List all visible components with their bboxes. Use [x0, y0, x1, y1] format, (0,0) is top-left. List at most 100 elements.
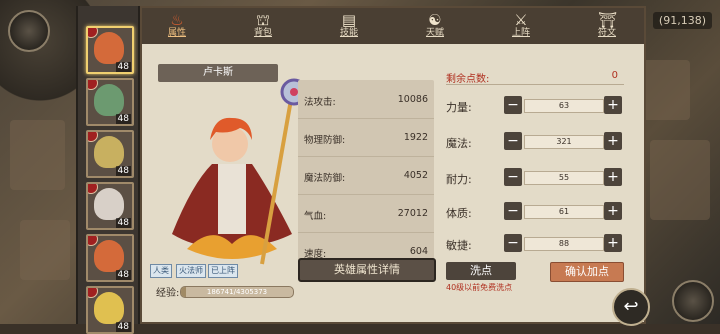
gem-badge-icon: [88, 184, 98, 194]
confirm-points-button[interactable]: 确认加点: [550, 262, 624, 282]
hero-level: 48: [115, 270, 131, 280]
tab-label: 属性: [167, 28, 186, 38]
hero-portrait: [94, 188, 124, 220]
race-tag: 人类: [150, 264, 172, 278]
hero-card[interactable]: 48: [86, 234, 134, 282]
skill-book-icon: ▤: [341, 11, 357, 29]
gem-badge-icon: [88, 80, 98, 90]
plus-button[interactable]: +: [604, 202, 622, 220]
tab-label: 背包: [253, 28, 272, 38]
hero-level: 48: [115, 114, 131, 124]
tab-attributes[interactable]: ♨ 属性: [142, 8, 212, 44]
tab-skills[interactable]: ▤ 技能: [314, 8, 384, 44]
tab-bar: ♨ 属性 ⛫ 背包 ▤ 技能 ☯ 天赋 ⚔ 上阵 ⛩ 符文: [142, 8, 644, 44]
hero-portrait: [94, 84, 124, 116]
hero-info-panel: ♨ 属性 ⛫ 背包 ▤ 技能 ☯ 天赋 ⚔ 上阵 ⛩ 符文 卢卡斯 人类 火法师…: [140, 6, 646, 324]
alloc-row-strength: 力量: − 63 +: [446, 96, 624, 116]
remaining-points-label: 剩余点数:: [446, 74, 490, 85]
alloc-value: 88: [524, 237, 604, 251]
tab-talent[interactable]: ☯ 天赋: [400, 8, 470, 44]
backpack-icon: ⛫: [256, 11, 270, 29]
alloc-value: 61: [524, 205, 604, 219]
minus-button[interactable]: −: [504, 96, 522, 114]
alloc-label: 耐力:: [446, 173, 472, 186]
exp-label: 经验:: [156, 288, 180, 299]
hero-roster[interactable]: 48 48 48 48 48 48: [76, 6, 140, 334]
plus-button[interactable]: +: [604, 234, 622, 252]
tab-label: 天赋: [425, 28, 444, 38]
stat-label: 气血:: [304, 211, 327, 222]
exp-text: 186741/4305373: [206, 288, 268, 296]
alloc-label: 魔法:: [446, 137, 472, 150]
minus-button[interactable]: −: [504, 202, 522, 220]
tab-backpack[interactable]: ⛫ 背包: [228, 8, 298, 44]
alloc-value: 321: [524, 135, 604, 149]
free-reset-note: 40级以前免费洗点: [446, 283, 513, 292]
hero-card[interactable]: 48: [86, 78, 134, 126]
stat-value: 10086: [397, 94, 428, 105]
talent-icon: ☯: [428, 11, 442, 29]
tab-deploy[interactable]: ⚔ 上阵: [486, 8, 556, 44]
alloc-label: 体质:: [446, 207, 472, 220]
stat-row: 魔法防御: 4052: [298, 156, 434, 195]
alloc-value: 63: [524, 99, 604, 113]
alloc-label: 敏捷:: [446, 239, 472, 252]
stat-value: 1922: [403, 132, 428, 143]
stat-value: 4052: [403, 170, 428, 181]
hero-portrait: [94, 136, 124, 168]
hero-card[interactable]: 48: [86, 286, 134, 334]
tab-label: 技能: [339, 28, 358, 38]
gem-badge-icon: [88, 236, 98, 246]
flame-icon: ♨: [170, 11, 184, 29]
alloc-label: 力量:: [446, 101, 472, 114]
plus-button[interactable]: +: [604, 168, 622, 186]
hero-level: 48: [115, 62, 131, 72]
hero-card[interactable]: 48: [86, 130, 134, 178]
hero-portrait: [94, 240, 124, 272]
hero-portrait: [94, 292, 124, 324]
hero-card[interactable]: 48: [86, 26, 134, 74]
stat-label: 法攻击:: [304, 97, 336, 108]
reset-points-button[interactable]: 洗点: [446, 262, 516, 280]
crossed-swords-icon: ⚔: [514, 11, 528, 29]
exp-bar: 186741/4305373: [180, 286, 294, 298]
gem-badge-icon: [88, 132, 98, 142]
stat-value: 27012: [397, 208, 428, 219]
hero-card[interactable]: 48: [86, 182, 134, 230]
stat-row: 气血: 27012: [298, 194, 434, 233]
hero-level: 48: [115, 166, 131, 176]
tab-runes[interactable]: ⛩ 符文: [572, 8, 642, 44]
stat-row: 物理防御: 1922: [298, 118, 434, 157]
back-arrow-icon[interactable]: ↩: [612, 288, 650, 326]
menu-avatar-button[interactable]: [8, 10, 50, 52]
remaining-points-value: 0: [611, 70, 618, 81]
minus-button[interactable]: −: [504, 234, 522, 252]
alloc-row-endurance: 耐力: − 55 +: [446, 168, 624, 188]
minus-button[interactable]: −: [504, 168, 522, 186]
hero-portrait-art: [172, 78, 308, 265]
alloc-row-agility: 敏捷: − 88 +: [446, 234, 624, 254]
gem-badge-icon: [88, 288, 98, 298]
rune-icon: ⛩: [598, 11, 618, 29]
map-coordinates: (91,138): [652, 12, 712, 29]
hero-level: 48: [115, 218, 131, 228]
hero-portrait: [94, 32, 124, 64]
gem-badge-icon: [88, 28, 98, 38]
tab-label: 符文: [597, 28, 616, 38]
stat-row: 法攻击: 10086: [298, 80, 434, 119]
stat-value: 604: [409, 246, 428, 257]
alloc-value: 55: [524, 171, 604, 185]
map-corner-button[interactable]: [672, 280, 714, 322]
class-tag: 火法师: [176, 264, 206, 278]
remaining-points: 剩余点数: 0: [446, 70, 624, 85]
stat-label: 物理防御:: [304, 135, 346, 146]
deployed-tag: 已上阵: [208, 264, 238, 278]
plus-button[interactable]: +: [604, 132, 622, 150]
stat-label: 魔法防御:: [304, 173, 346, 184]
alloc-row-magic: 魔法: − 321 +: [446, 132, 624, 152]
alloc-row-constitution: 体质: − 61 +: [446, 202, 624, 222]
hero-attribute-details-button[interactable]: 英雄属性详情: [298, 258, 436, 282]
minus-button[interactable]: −: [504, 132, 522, 150]
plus-button[interactable]: +: [604, 96, 622, 114]
stats-list: 法攻击: 10086 物理防御: 1922 魔法防御: 4052 气血: 270…: [298, 80, 434, 272]
